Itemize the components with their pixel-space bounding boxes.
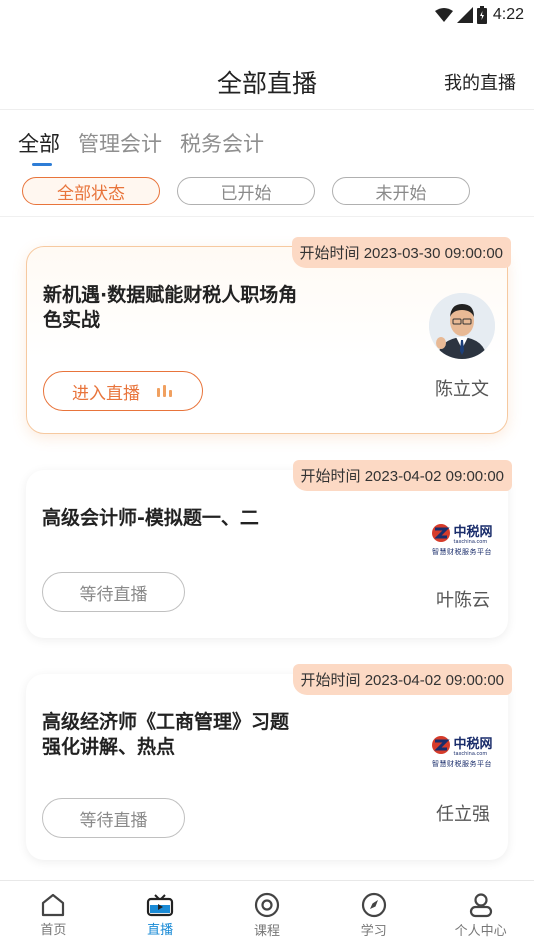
nav-home-label: 首页 [40,923,67,938]
logo-tagline: 智慧财税服务平台 [432,548,492,556]
filter-started[interactable]: 已开始 [177,177,315,205]
start-time-badge: 开始时间 2023-03-30 09:00:00 [291,237,511,268]
card-title: 高级会计师-模拟题一、二 [42,507,259,529]
compass-icon [361,892,386,918]
battery-icon [476,6,487,24]
nav-study-label: 学习 [360,924,387,939]
live-card[interactable]: 开始时间 2023-04-02 09:00:00 高级经济师《工商管理》习题强化… [26,664,512,860]
filter-not-started[interactable]: 未开始 [332,177,470,205]
wait-live-button[interactable]: 等待直播 [42,798,185,838]
user-icon [469,893,492,918]
filter-all-status[interactable]: 全部状态 [22,177,160,205]
card-title: 高级经济师《工商管理》习题强化讲解、热点 [42,711,290,758]
logo-tagline: 智慧财税服务平台 [432,760,492,768]
category-tabs: 全部 管理会计 税务会计 [18,128,264,166]
logo-name: 中税网 [453,737,493,752]
live-card[interactable]: 开始时间 2023-04-02 09:00:00 高级会计师-模拟题一、二 中税… [26,460,512,638]
nav-profile[interactable]: 个人中心 [441,892,521,939]
tab-tax-accounting[interactable]: 税务会计 [180,128,264,158]
course-icon [254,892,280,918]
teacher-avatar [429,293,495,359]
tab-management-accounting[interactable]: 管理会计 [78,128,162,158]
nav-live-label: 直播 [147,923,174,938]
nav-study[interactable]: 学习 [334,892,414,939]
wifi-icon [434,8,453,22]
header: 全部直播 我的直播 [0,55,534,110]
status-filter-row: 全部状态 已开始 未开始 [22,177,470,205]
my-live-link[interactable]: 我的直播 [444,69,516,95]
teacher-name: 叶陈云 [436,590,490,611]
start-time-badge: 开始时间 2023-04-02 09:00:00 [292,664,512,695]
home-icon [42,893,65,917]
bottom-nav: 首页 直播 课程 学习 个人中心 [0,880,534,950]
nav-course-label: 课程 [253,924,280,939]
nav-home[interactable]: 首页 [13,893,93,938]
tv-icon [147,894,174,917]
nav-course[interactable]: 课程 [227,892,307,939]
enter-live-label: 进入直播 [72,383,140,404]
divider [0,216,534,217]
live-card-list: 开始时间 2023-03-30 09:00:00 新机遇·数据赋能财税人职场角色… [26,237,512,896]
enter-live-button[interactable]: 进入直播 [43,371,203,411]
teacher-name: 任立强 [436,804,490,825]
signal-icon [456,7,473,23]
taxchina-logo: 中税网 taxchina.com 智慧财税服务平台 [428,518,496,560]
logo-domain: taxchina.com [453,539,488,545]
live-card[interactable]: 开始时间 2023-03-30 09:00:00 新机遇·数据赋能财税人职场角色… [26,237,511,434]
start-time-badge: 开始时间 2023-04-02 09:00:00 [292,460,512,491]
teacher-name: 陈立文 [435,379,489,400]
wait-live-button[interactable]: 等待直播 [42,572,185,612]
taxchina-mark-icon [432,524,451,542]
status-bar: 4:22 [0,0,534,30]
nav-live[interactable]: 直播 [120,893,200,938]
tab-all[interactable]: 全部 [18,128,60,166]
logo-name: 中税网 [453,525,493,540]
status-time: 4:22 [492,6,524,23]
taxchina-mark-icon [432,736,451,754]
page-title: 全部直播 [216,69,317,98]
live-bars-icon [157,385,172,397]
taxchina-logo: 中税网 taxchina.com 智慧财税服务平台 [428,730,496,772]
card-title: 新机遇·数据赋能财税人职场角色实战 [43,284,298,331]
nav-profile-label: 个人中心 [454,924,507,939]
logo-domain: taxchina.com [453,751,488,757]
